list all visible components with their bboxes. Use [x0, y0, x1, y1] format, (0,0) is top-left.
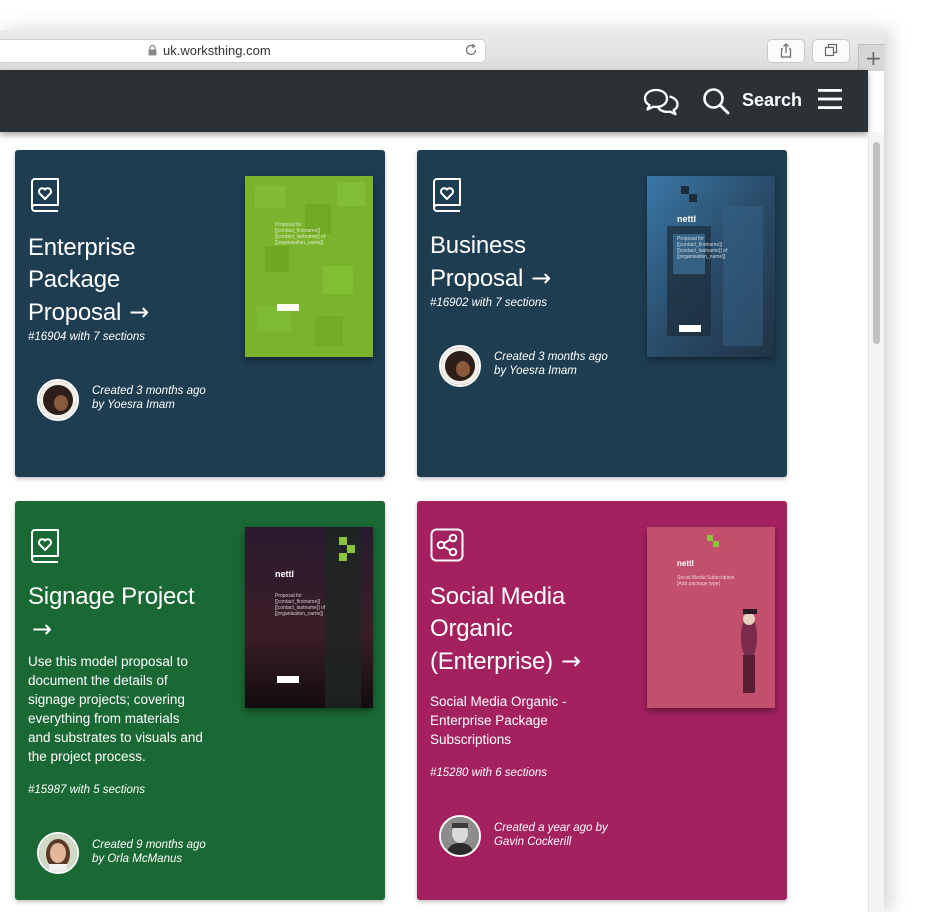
card-creator: Created 3 months ago by Yoesra Imam: [494, 350, 608, 378]
card-title-line: Business: [430, 232, 526, 259]
hamburger-menu-icon[interactable]: [818, 89, 842, 109]
arrow-right-icon: →: [129, 298, 150, 326]
card-reference: #15280 with 6 sections: [430, 767, 547, 779]
description-line: Use this model proposal to: [28, 654, 188, 669]
proposal-card-signage-project[interactable]: Signage Project → Use this model proposa…: [15, 501, 385, 900]
card-title[interactable]: Business Proposal →: [430, 230, 551, 295]
description-line: signage projects; covering: [28, 692, 185, 707]
address-bar[interactable]: uk.worksthing.com: [0, 39, 486, 63]
thumbnail-text: Proposal for [[contact_firstname]] [[con…: [275, 222, 326, 246]
chat-icon[interactable]: [642, 87, 680, 117]
card-creator: Created a year ago by Gavin Cockerill: [494, 821, 608, 849]
tabs-overview-button[interactable]: [812, 39, 850, 63]
card-title-line: Proposal: [28, 299, 122, 326]
thumbnail-logo: nettl: [677, 559, 694, 568]
description-line: Subscriptions: [430, 732, 512, 747]
card-creator: Created 9 months ago by Orla McManus: [92, 838, 206, 866]
browser-window: uk.worksthing.com + Search Enterprise Pa…: [0, 30, 884, 912]
share-button[interactable]: [767, 39, 805, 63]
new-tab-button[interactable]: +: [858, 44, 884, 71]
lock-icon: [148, 45, 157, 56]
book-heart-icon: [433, 178, 461, 212]
thumbnail-logo: nettl: [275, 569, 294, 579]
card-reference: #16902 with 7 sections: [430, 297, 547, 309]
proposal-thumbnail[interactable]: Proposal for [[contact_firstname]] [[con…: [245, 176, 373, 357]
created-by: by Orla McManus: [92, 853, 183, 865]
avatar: [439, 345, 481, 387]
arrow-right-icon: →: [560, 647, 581, 675]
card-title-line: Social Media: [430, 583, 566, 610]
avatar: [37, 379, 79, 421]
card-reference: #16904 with 7 sections: [28, 331, 145, 343]
card-description: Social Media Organic - Enterprise Packag…: [430, 692, 567, 749]
plus-icon: +: [865, 46, 882, 70]
thumbnail-photo: [647, 176, 775, 357]
description-line: the project process.: [28, 749, 146, 764]
card-title-line: (Enterprise): [430, 648, 553, 675]
thumbnail-pattern: [245, 176, 373, 357]
proposal-thumbnail[interactable]: nettl Social Media Subscription [Add pac…: [647, 527, 775, 708]
created-by: Gavin Cockerill: [494, 836, 572, 848]
card-reference: #15987 with 5 sections: [28, 784, 145, 796]
arrow-right-icon: →: [531, 264, 552, 292]
proposal-card-social-media-organic[interactable]: Social Media Organic (Enterprise) → Socia…: [417, 501, 787, 900]
arrow-right-icon: →: [32, 615, 52, 643]
avatar-image: [39, 381, 77, 419]
book-heart-icon: [31, 178, 59, 212]
description-line: and substrates to visuals and: [28, 730, 203, 745]
card-title-line: Signage Project: [28, 583, 195, 610]
card-description: Use this model proposal to document the …: [28, 652, 203, 766]
thumbnail-logo: nettl: [677, 214, 696, 224]
url-text: uk.worksthing.com: [163, 43, 271, 58]
thumbnail-text: Proposal for [[contact_firstname]] [[con…: [275, 593, 326, 617]
avatar-image: [441, 347, 479, 385]
avatar-image: [441, 817, 479, 855]
proposal-thumbnail[interactable]: nettl Proposal for [[contact_firstname]]…: [245, 527, 373, 708]
search-icon[interactable]: [702, 87, 730, 115]
tabs-icon: [824, 43, 838, 57]
scrollbar-thumb[interactable]: [873, 142, 880, 344]
card-title[interactable]: Enterprise Package Proposal →: [28, 232, 149, 329]
browser-toolbar: uk.worksthing.com +: [0, 30, 884, 71]
description-line: everything from materials: [28, 711, 180, 726]
created-date: Created 9 months ago: [92, 839, 206, 851]
thumbnail-text: Proposal for [[contact_firstname]] [[con…: [677, 236, 728, 260]
created-date: Created 3 months ago: [92, 385, 206, 397]
share-icon: [430, 528, 464, 562]
card-title[interactable]: Social Media Organic (Enterprise) →: [430, 581, 581, 678]
created-by: by Yoesra Imam: [92, 399, 175, 411]
vertical-scrollbar[interactable]: [868, 132, 884, 912]
reload-icon[interactable]: [463, 42, 479, 58]
thumbnail-illustration: [647, 527, 775, 708]
description-line: Social Media Organic -: [430, 694, 567, 709]
created-by: by Yoesra Imam: [494, 365, 577, 377]
proposal-thumbnail[interactable]: nettl Proposal for [[contact_firstname]]…: [647, 176, 775, 357]
card-creator: Created 3 months ago by Yoesra Imam: [92, 384, 206, 412]
created-date: Created 3 months ago: [494, 351, 608, 363]
thumbnail-photo: [245, 527, 373, 708]
card-title-line: Organic: [430, 615, 513, 642]
description-line: Enterprise Package: [430, 713, 548, 728]
avatar-image: [39, 834, 77, 872]
card-title-line: Package: [28, 266, 120, 293]
proposal-card-enterprise-package[interactable]: Enterprise Package Proposal → #16904 with…: [15, 150, 385, 477]
search-link[interactable]: Search: [742, 90, 802, 111]
thumbnail-text: Social Media Subscription [Add package t…: [677, 575, 735, 587]
share-sheet-icon: [780, 43, 792, 58]
book-heart-icon: [31, 529, 59, 563]
created-date: Created a year ago by: [494, 822, 608, 834]
avatar: [439, 815, 481, 857]
proposal-card-business-proposal[interactable]: Business Proposal → #16902 with 7 section…: [417, 150, 787, 477]
site-header: Search: [0, 70, 868, 132]
description-line: document the details of: [28, 673, 168, 688]
card-title-line: Enterprise: [28, 234, 136, 261]
avatar: [37, 832, 79, 874]
card-title-line: Proposal: [430, 265, 524, 292]
card-title[interactable]: Signage Project →: [28, 581, 195, 646]
